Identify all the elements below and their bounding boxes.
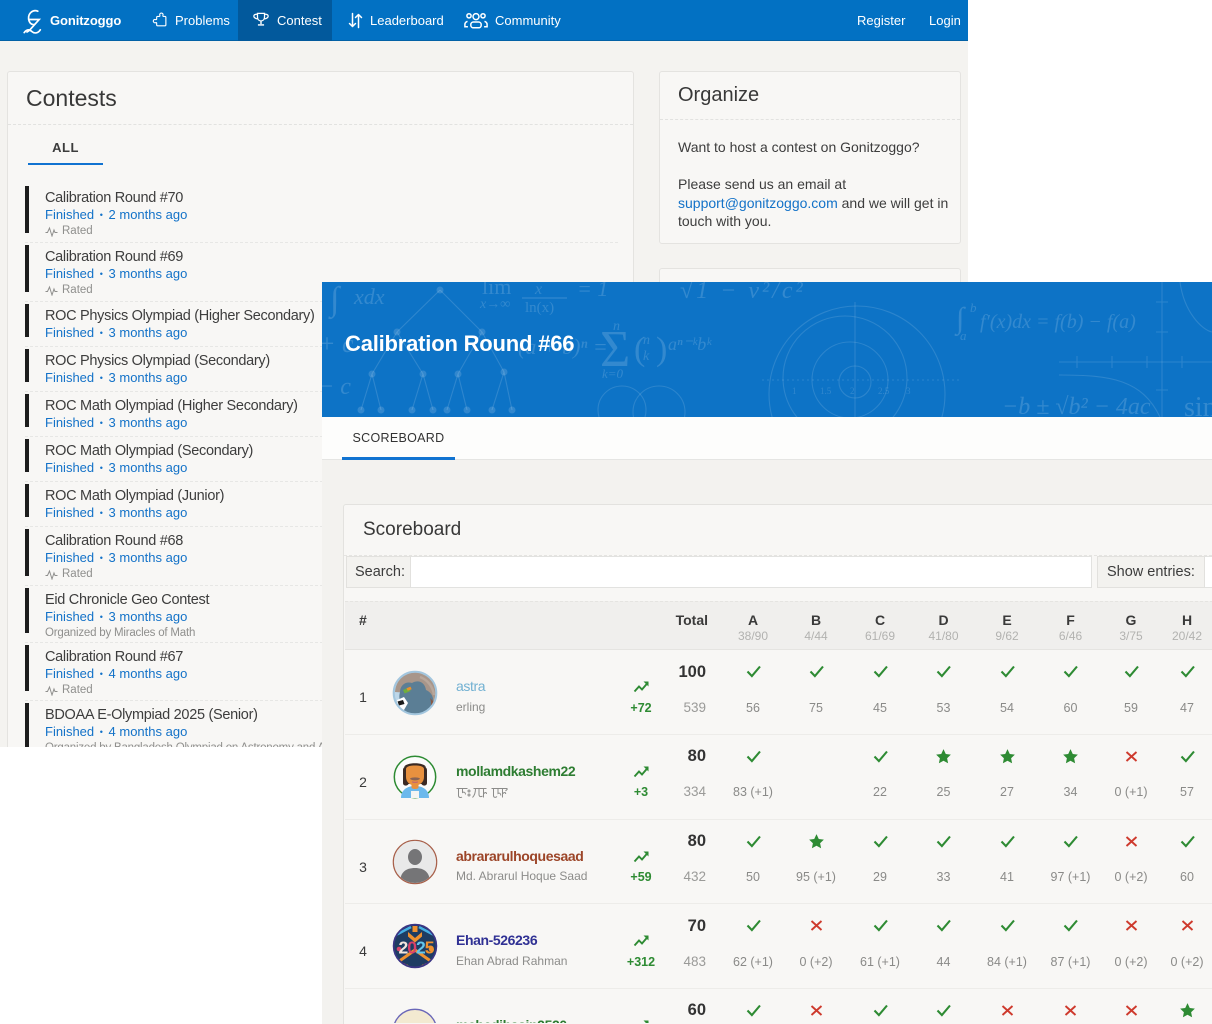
svg-text:= 1: = 1 (577, 282, 608, 301)
svg-text:1.5: 1.5 (820, 386, 832, 396)
svg-text:b: b (970, 300, 977, 315)
svg-text:− c: − c (322, 374, 351, 400)
svg-text:1: 1 (792, 386, 797, 396)
svg-text:f′(x)dx = f(b) − f(a): f′(x)dx = f(b) − f(a) (980, 311, 1136, 333)
svg-text:2: 2 (850, 386, 855, 396)
svg-text:√1 − v²/c²: √1 − v²/c² (680, 282, 806, 304)
svg-text:): ) (656, 331, 667, 368)
svg-text:aⁿ⁻ᵏbᵏ: aⁿ⁻ᵏbᵏ (668, 334, 712, 354)
svg-text:k: k (643, 349, 650, 364)
svg-text:n: n (643, 333, 650, 348)
svg-text:2.5: 2.5 (878, 386, 890, 396)
svg-text:−b ± √b² − 4ac: −b ± √b² − 4ac (1002, 394, 1151, 417)
svg-text:sin: sin (1184, 392, 1212, 417)
svg-text:ln(x): ln(x) (525, 300, 554, 316)
svg-text:3: 3 (906, 386, 911, 396)
svg-text:xdx: xdx (353, 284, 385, 309)
svg-text:x: x (534, 282, 542, 298)
svg-text:2025: 2025 (398, 938, 434, 958)
svg-text:n: n (613, 319, 620, 334)
svg-text:x→∞: x→∞ (479, 297, 510, 312)
svg-text:a: a (960, 328, 967, 343)
svg-text:k=0: k=0 (602, 366, 624, 381)
svg-text:∫: ∫ (328, 282, 342, 320)
